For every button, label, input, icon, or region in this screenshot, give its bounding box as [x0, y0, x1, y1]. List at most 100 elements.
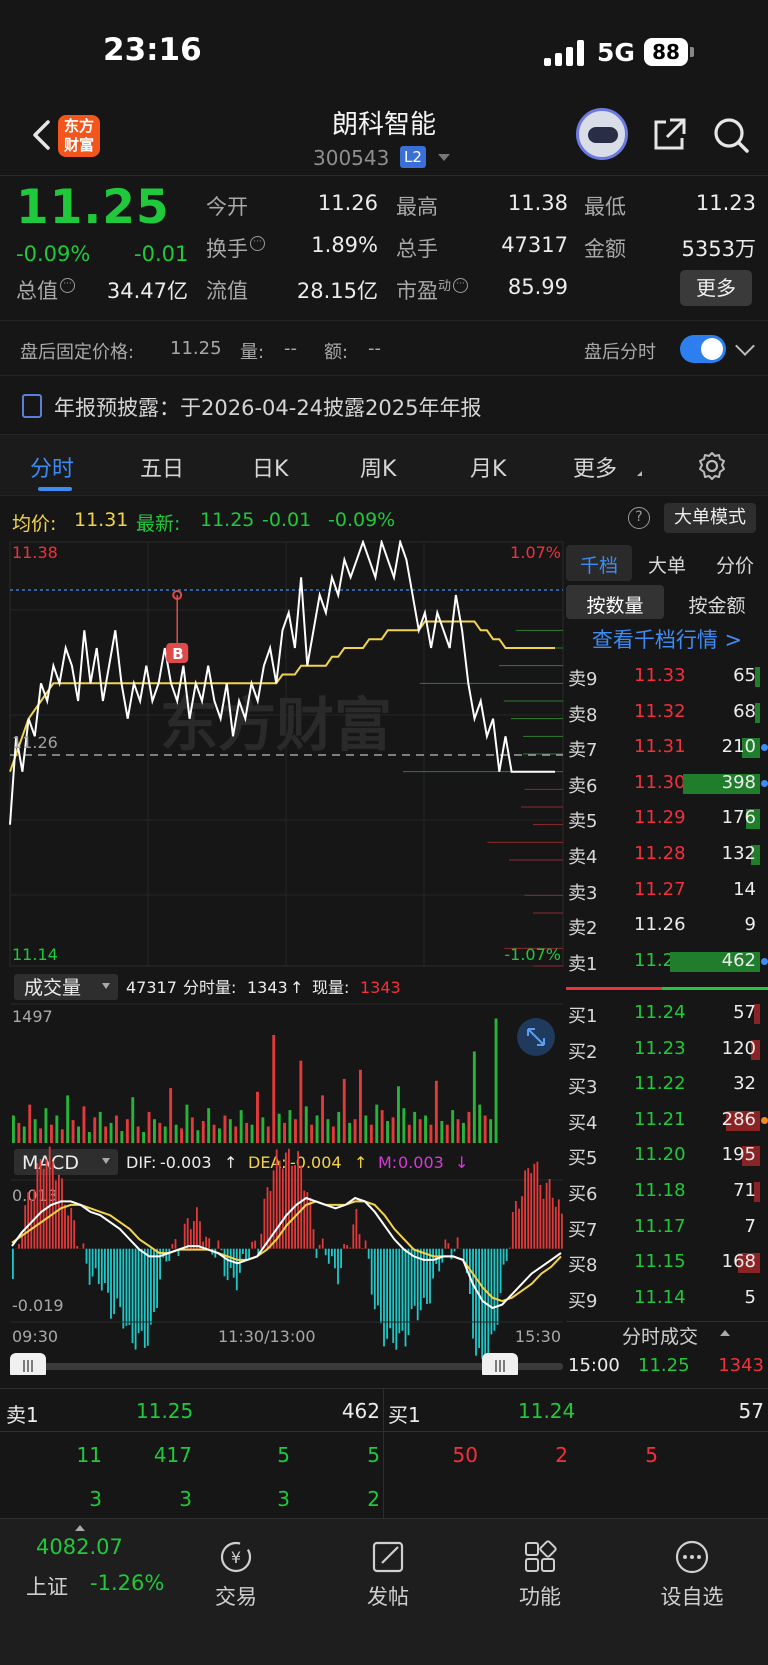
clock: 23:16 — [103, 32, 202, 68]
big-order-mode-button[interactable]: 大单模式 — [664, 503, 756, 533]
order-book: 千档 大单 分价 按数量 按金额 查看千档行情 > 卖9 11.33 65 卖8 11.… — [566, 545, 768, 1376]
macd-bar — [251, 1241, 253, 1249]
info-icon: ··· — [250, 236, 265, 251]
macd-bar — [429, 1248, 431, 1304]
chevron-down-icon[interactable] — [735, 336, 755, 356]
ask-level-row[interactable]: 卖4 11.28 132 — [566, 837, 768, 872]
search-icon[interactable] — [712, 116, 750, 154]
bid-level-volume: 71 — [733, 1180, 756, 1201]
chevron-up-icon[interactable] — [75, 1525, 85, 1531]
volume-bar — [266, 1126, 270, 1143]
intraday-charts[interactable]: 东方财富 B 11.38 11.26 11.14 1.07% -1.07% 成交… — [0, 540, 566, 1375]
ob-tab-price-dist[interactable]: 分价 — [702, 551, 768, 578]
macd-bar — [291, 1165, 293, 1249]
bid-level-row[interactable]: 买2 11.23 120 — [566, 1032, 768, 1067]
vol-max-label: 1497 — [12, 1007, 53, 1026]
macd-bar — [39, 1159, 42, 1249]
ask-level-price: 11.32 — [634, 700, 686, 722]
macd-bar — [536, 1161, 539, 1249]
bid-level-row[interactable]: 买8 11.15 168 — [566, 1245, 768, 1280]
macd-bar — [285, 1152, 287, 1249]
bid-level-row[interactable]: 买4 11.21 286 — [566, 1103, 768, 1138]
index-percent[interactable]: -1.26% — [90, 1571, 164, 1595]
nav-post[interactable]: 发帖 — [328, 1539, 448, 1611]
nav-trade[interactable]: ¥ 交易 — [176, 1539, 296, 1611]
macd-bar — [383, 1248, 385, 1347]
after-hours-toggle[interactable] — [680, 335, 726, 363]
ask-level-row[interactable]: 卖3 11.27 14 — [566, 873, 768, 908]
ask-bid-divider-green — [662, 987, 768, 990]
bid-level-row[interactable]: 买6 11.18 71 — [566, 1174, 768, 1209]
amount-label: 金额 — [584, 237, 626, 261]
macd-bar — [327, 1248, 330, 1264]
bid1-volume: 57 — [738, 1399, 764, 1423]
change-amount: -0.01 — [134, 242, 189, 266]
ask-level-price: 11.33 — [634, 665, 686, 686]
battery-tip — [690, 47, 694, 57]
nav-functions[interactable]: 功能 — [480, 1539, 600, 1611]
x-label-close: 15:30 — [515, 1327, 561, 1346]
ob-subtab-by-volume[interactable]: 按数量 — [566, 591, 664, 618]
bid-level-row[interactable]: 买9 11.14 5 — [566, 1281, 768, 1316]
macd-bar — [453, 1248, 456, 1252]
ob-subtab-by-amount[interactable]: 按金额 — [668, 591, 766, 618]
last-tick-volume: 1343 — [718, 1355, 764, 1376]
m-label: M: — [378, 1153, 397, 1172]
bid-level-label: 买1 — [568, 1006, 598, 1027]
macd-bar — [364, 1240, 367, 1249]
bid-level-row[interactable]: 买1 11.24 57 — [566, 996, 768, 1031]
share-icon[interactable] — [650, 116, 688, 154]
macd-bar — [27, 1192, 30, 1249]
volume-bar — [115, 1115, 118, 1143]
ask-level-row[interactable]: 卖2 11.26 9 — [566, 908, 768, 943]
volume-bar — [277, 1113, 281, 1143]
tab-monthly-k[interactable]: 月K — [470, 451, 506, 483]
macd-bar — [226, 1248, 229, 1281]
ask-level-row[interactable]: 卖8 11.32 68 — [566, 695, 768, 730]
chevron-down-icon[interactable] — [438, 154, 450, 161]
index-name[interactable]: 上证 — [26, 1571, 68, 1601]
bid-level-row[interactable]: 买3 11.22 32 — [566, 1067, 768, 1102]
more-button[interactable]: 更多 — [680, 270, 752, 306]
macd-bar — [432, 1248, 434, 1279]
macd-bar — [527, 1168, 530, 1249]
ask-level-row[interactable]: 卖9 11.33 65 — [566, 659, 768, 694]
tab-daily-k[interactable]: 日K — [252, 451, 288, 483]
tab-five-day[interactable]: 五日 — [140, 451, 184, 483]
bid-level-volume: 286 — [721, 1108, 756, 1130]
tab-intraday[interactable]: 分时 — [30, 451, 74, 483]
ask-level-row[interactable]: 卖7 11.31 210 — [566, 730, 768, 765]
volume-bar — [391, 1117, 395, 1143]
pe-label[interactable]: 市盈动 ··· — [396, 275, 469, 305]
tab-more[interactable]: 更多 — [573, 451, 617, 483]
annual-report-notice[interactable]: 年报预披露：于2026-04-24披露2025年年报 — [0, 376, 768, 434]
volume-bar — [429, 1124, 433, 1143]
ob-tab-big-order[interactable]: 大单 — [634, 551, 700, 578]
macd-bar — [499, 1248, 502, 1294]
active-tab-indicator — [38, 487, 72, 491]
ob-tab-thousand[interactable]: 千档 — [566, 551, 632, 578]
macd-bar — [508, 1247, 511, 1249]
stock-code[interactable]: 300543 — [313, 146, 389, 170]
order-dot-icon — [761, 1116, 768, 1124]
help-icon[interactable]: ? — [628, 507, 650, 529]
ask-level-row[interactable]: 卖5 11.29 176 — [566, 801, 768, 836]
view-depth-link[interactable]: 查看千档行情 > — [566, 624, 768, 654]
volume-bar — [174, 1124, 178, 1143]
mktcap-label[interactable]: 总值 ··· — [16, 275, 75, 305]
turnover-label[interactable]: 换手 ··· — [206, 233, 265, 263]
last-tick-price: 11.25 — [638, 1355, 690, 1376]
ask-level-row[interactable]: 卖1 11.25 462 — [566, 944, 768, 979]
bid-level-row[interactable]: 买5 11.20 195 — [566, 1138, 768, 1173]
assistant-robot-icon[interactable] — [576, 108, 628, 160]
volume-bar — [239, 1110, 243, 1143]
ask-level-row[interactable]: 卖6 11.30 398 — [566, 766, 768, 801]
bid-level-row[interactable]: 买7 11.17 7 — [566, 1210, 768, 1245]
y-min-label: 11.14 — [12, 945, 58, 964]
tab-weekly-k[interactable]: 周K — [360, 451, 396, 483]
settings-icon[interactable] — [697, 451, 727, 481]
index-value[interactable]: 4082.07 — [36, 1535, 123, 1559]
nav-add-watchlist[interactable]: 设自选 — [632, 1539, 752, 1611]
time-sales-title[interactable]: 分时成交 — [622, 1322, 698, 1349]
macd-bar — [300, 1165, 303, 1249]
